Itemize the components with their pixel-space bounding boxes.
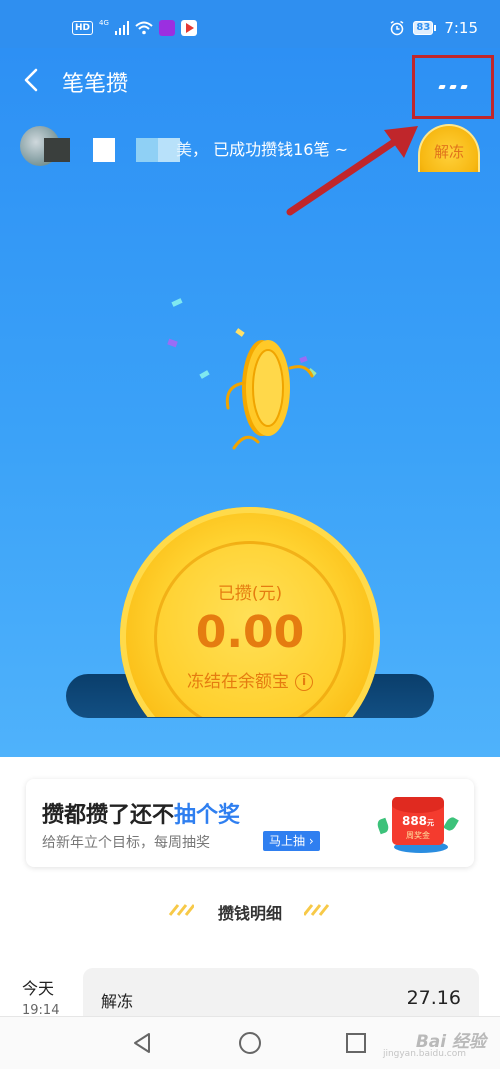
draw-now-button[interactable]: 马上抽 ›: [263, 831, 320, 851]
promo-title-highlight: 抽个奖: [174, 803, 241, 828]
saved-amount: 0.00: [195, 607, 305, 658]
status-right-icons: 83 7:15: [389, 18, 478, 38]
hd-icon: HD: [72, 21, 94, 35]
annotation-arrow-icon: [286, 126, 418, 216]
lottery-promo-card[interactable]: 攒都攒了还不抽个奖 给新年立个目标，每周抽奖 马上抽 › 888元 周奖金: [26, 779, 474, 867]
red-packet-note: 周奖金: [406, 831, 430, 840]
video-app-icon: [181, 20, 198, 36]
promo-title-prefix: 攒都攒了还不: [42, 803, 175, 828]
thaw-button-label: 解冻: [433, 142, 464, 161]
record-amount: 27.16: [406, 987, 461, 1009]
back-triangle-icon[interactable]: [130, 1031, 154, 1055]
blurred-name-part: [93, 138, 115, 162]
saved-label: 已攒(元): [217, 584, 283, 604]
record-day: 今天: [22, 979, 55, 998]
blurred-name-part: [44, 138, 70, 162]
chevron-left-icon[interactable]: [20, 68, 44, 92]
frozen-label: 冻结在余额宝: [187, 672, 289, 692]
promo-title: 攒都攒了还不抽个奖: [42, 797, 240, 829]
home-circle-icon[interactable]: [238, 1031, 262, 1055]
battery-level: 83: [413, 21, 434, 35]
signal-icon: [114, 21, 130, 35]
network-type-label: 4G: [99, 19, 109, 27]
status-bar: HD 4G 83 7:15: [0, 0, 500, 48]
name-comma: ，: [192, 140, 209, 159]
info-icon[interactable]: i: [295, 673, 313, 691]
wifi-icon: [135, 21, 154, 35]
user-name-tail: 美: [176, 140, 193, 159]
battery-icon: 83: [413, 21, 437, 35]
red-packet-amount: 888元: [401, 814, 435, 828]
page-title: 笔笔攒: [62, 72, 129, 97]
status-time: 7:15: [444, 19, 478, 37]
app-notification-icon: [159, 20, 176, 36]
more-dots-icon: [438, 85, 446, 89]
status-left-icons: HD 4G: [72, 18, 198, 38]
red-packet-icon: 888元 周奖金: [372, 789, 462, 861]
system-nav-bar: Bai 经验 jingyan.baidu.com: [0, 1016, 500, 1069]
recents-square-icon[interactable]: [344, 1031, 368, 1055]
decorative-stripe-icon: [304, 904, 330, 916]
alarm-clock-icon: [391, 20, 404, 36]
record-type: 解冻: [101, 992, 134, 1011]
blurred-name-part: [136, 138, 158, 162]
frozen-note: 冻结在余额宝 i: [120, 667, 380, 692]
flying-coin-icon: [225, 340, 314, 450]
more-button[interactable]: [412, 55, 494, 119]
watermark-url: jingyan.baidu.com: [382, 1049, 466, 1059]
savings-coin: 已攒(元) 0.00 冻结在余额宝 i: [120, 507, 380, 717]
details-header: 攒钱明细: [217, 904, 282, 923]
promo-subtitle: 给新年立个目标，每周抽奖: [42, 835, 210, 851]
